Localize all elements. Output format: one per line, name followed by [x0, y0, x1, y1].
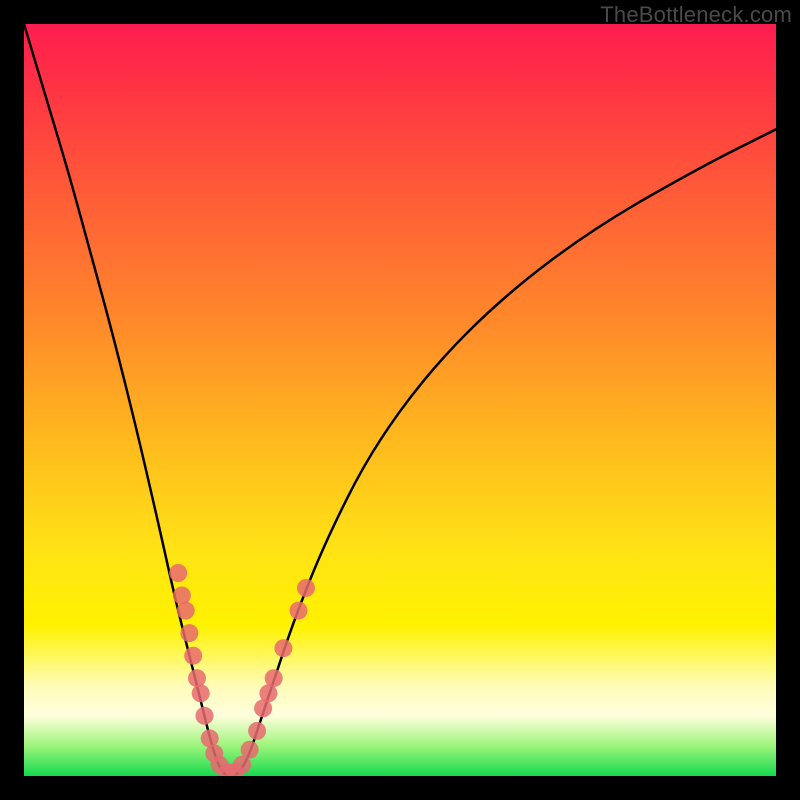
watermark-text: TheBottleneck.com: [600, 2, 792, 28]
data-dot: [297, 579, 315, 597]
data-dot: [201, 729, 219, 747]
data-dot: [259, 684, 277, 702]
data-dot: [226, 763, 244, 776]
data-dot: [177, 602, 195, 620]
data-dot: [241, 741, 259, 759]
data-dot: [290, 602, 308, 620]
data-dot: [248, 722, 266, 740]
data-dot: [211, 756, 229, 774]
data-dot: [196, 707, 214, 725]
data-dot: [233, 756, 251, 774]
data-dot: [274, 639, 292, 657]
bottleneck-curve: [24, 24, 776, 776]
data-dot: [188, 669, 206, 687]
data-dot: [173, 587, 191, 605]
data-dot: [265, 669, 283, 687]
data-dot: [218, 763, 236, 776]
data-dot: [184, 647, 202, 665]
data-dot: [254, 699, 272, 717]
curve-path: [24, 24, 776, 776]
plot-area: [24, 24, 776, 776]
data-dot: [192, 684, 210, 702]
data-dot: [169, 564, 187, 582]
chart-frame: TheBottleneck.com: [0, 0, 800, 800]
data-dot: [180, 624, 198, 642]
data-dot: [205, 744, 223, 762]
